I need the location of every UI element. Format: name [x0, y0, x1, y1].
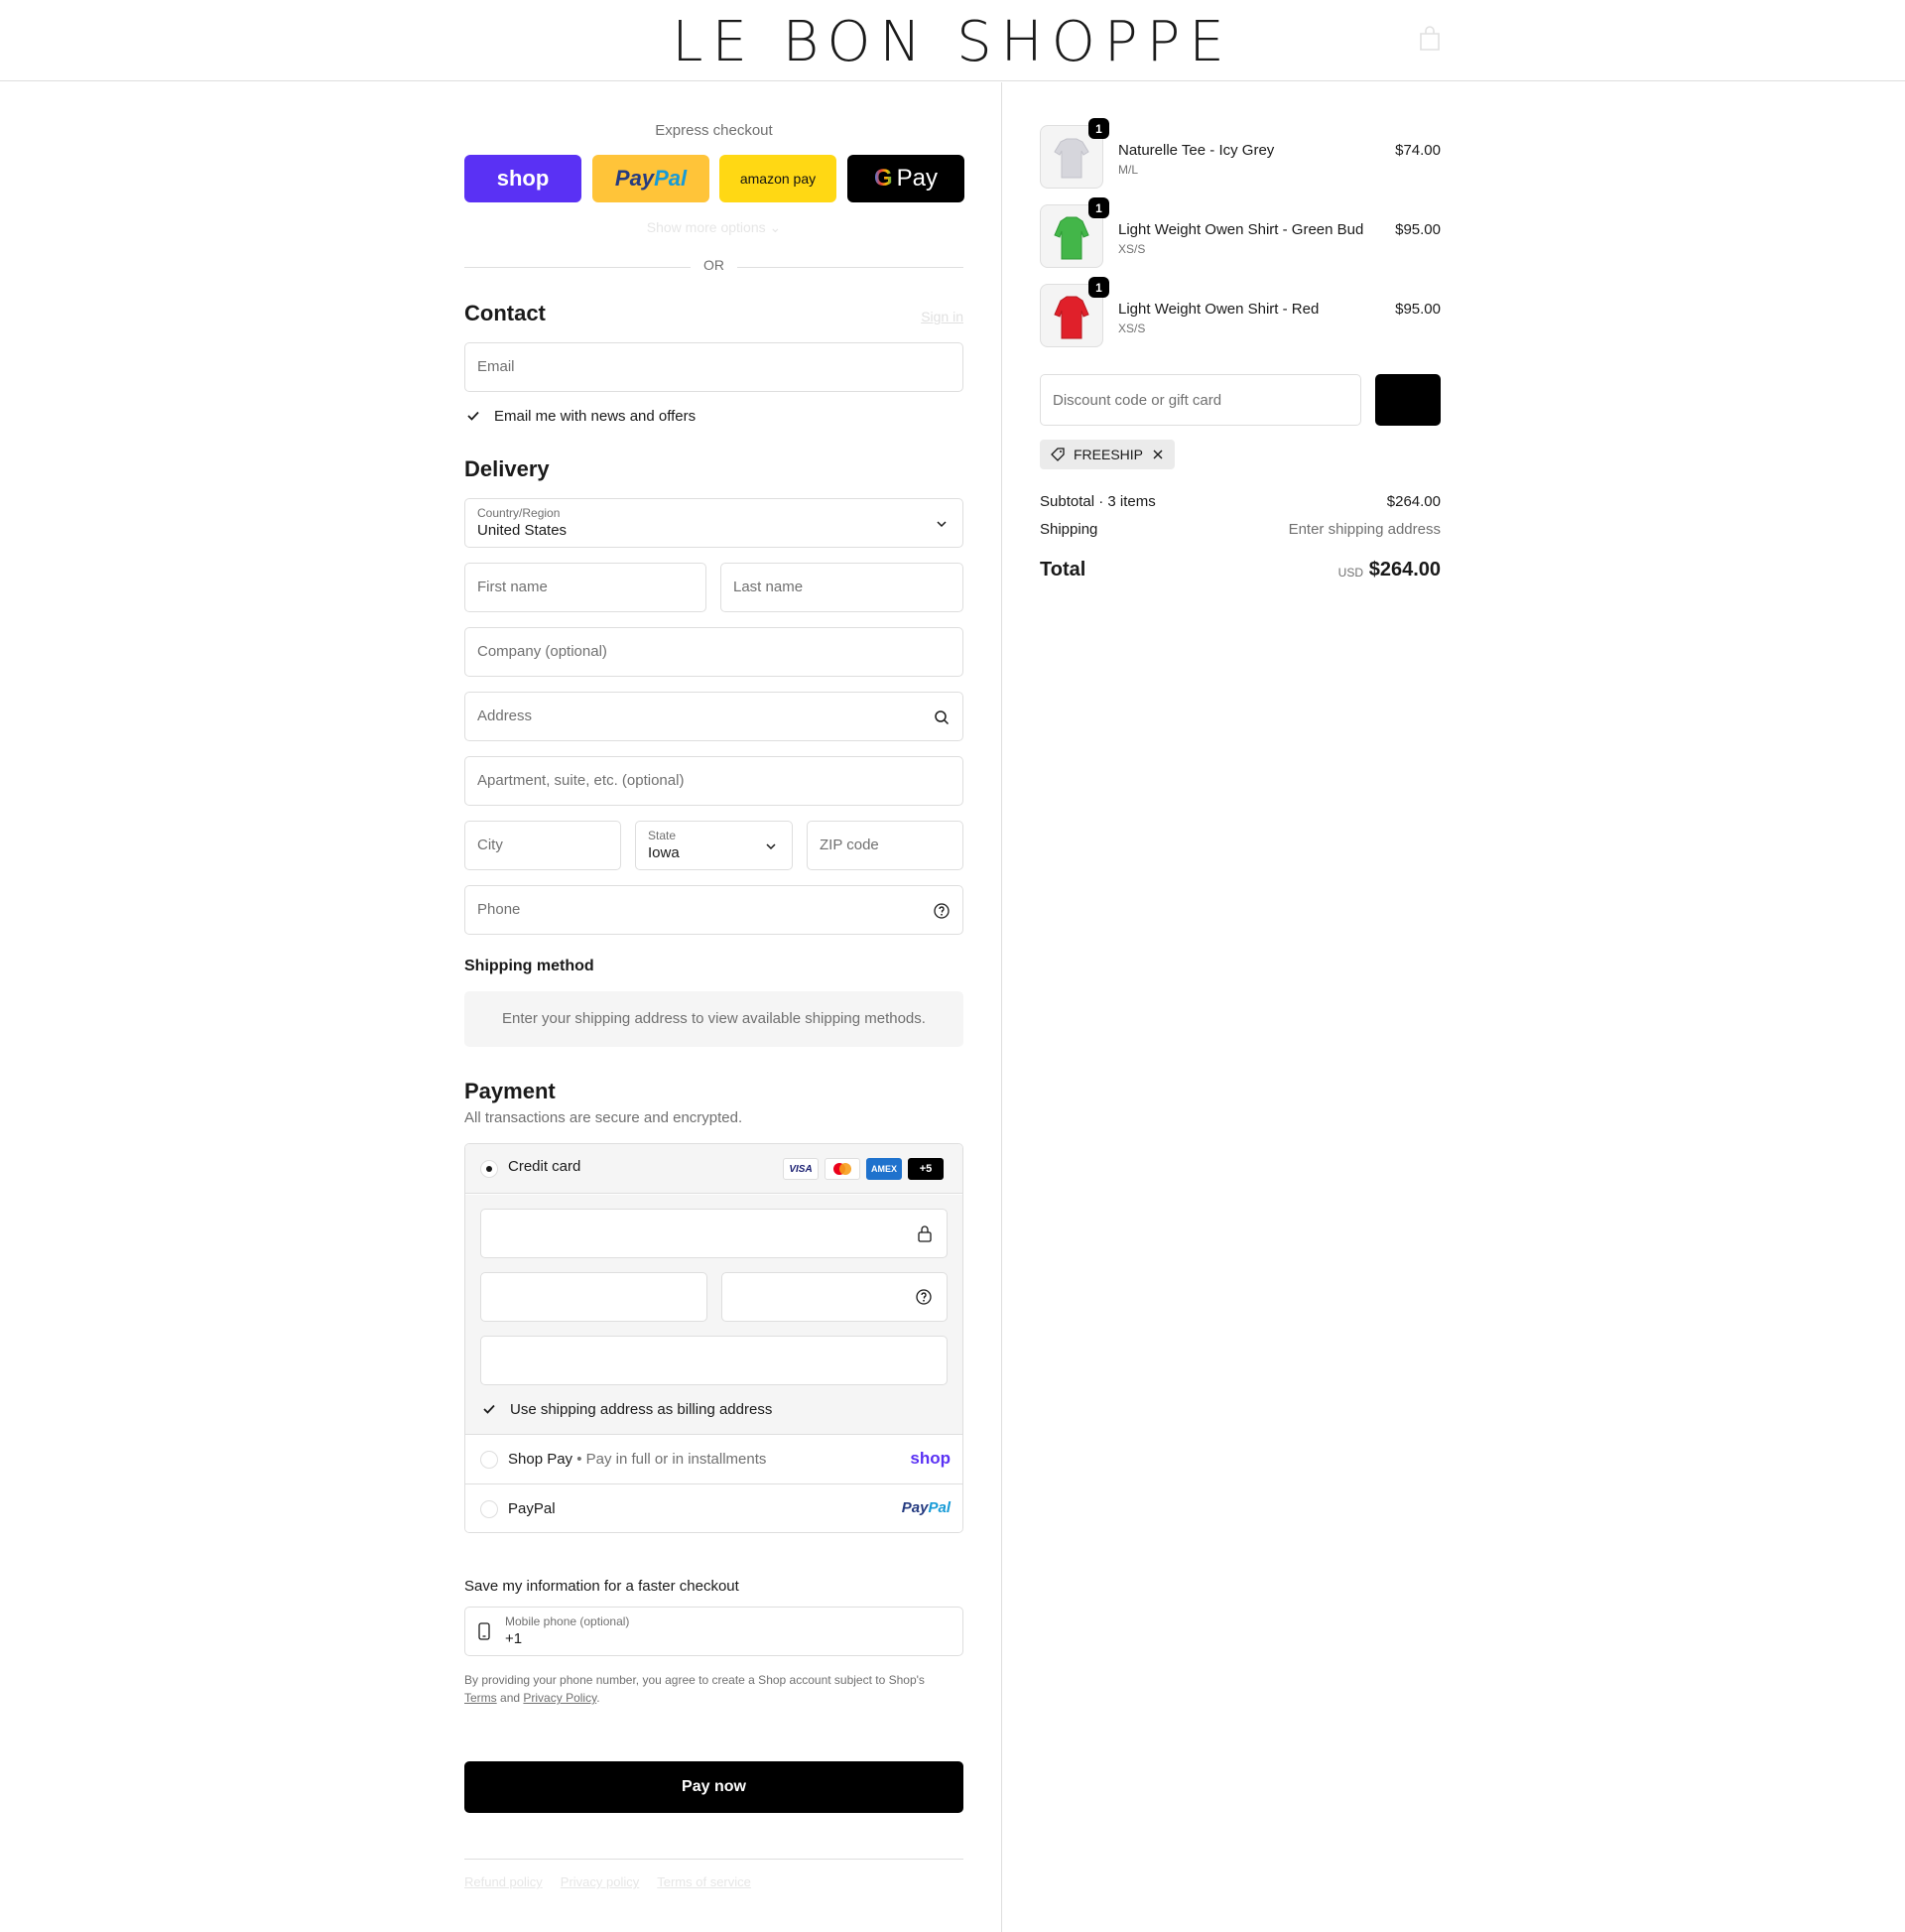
- payment-security-note: All transactions are secure and encrypte…: [464, 1109, 743, 1126]
- shipping-row: Shipping Enter shipping address: [1040, 521, 1441, 538]
- sign-in-link[interactable]: Sign in: [921, 309, 963, 324]
- paypal-express-button[interactable]: Pay Pal: [592, 155, 709, 202]
- item-variant: M/L: [1118, 163, 1139, 177]
- paypal-radio[interactable]: [480, 1500, 498, 1518]
- quantity-badge: 1: [1088, 118, 1109, 139]
- show-more-options-link[interactable]: Show more options ⌄: [464, 219, 963, 236]
- express-checkout-title: Express checkout: [655, 122, 773, 139]
- amex-icon: AMEX: [866, 1158, 902, 1180]
- order-line-item: 1 Light Weight Owen Shirt - Green Bud XS…: [1040, 197, 1441, 268]
- address-field[interactable]: Address: [464, 692, 963, 741]
- chevron-down-icon: [766, 843, 776, 850]
- store-logo[interactable]: LE BON SHOPPE: [0, 10, 1905, 74]
- company-field[interactable]: Company (optional): [464, 627, 963, 677]
- order-summary-pane: [1001, 82, 1905, 1932]
- privacy-policy-link[interactable]: Privacy Policy: [523, 1691, 596, 1705]
- refund-policy-link[interactable]: Refund policy: [464, 1874, 543, 1889]
- footer-divider: [464, 1859, 963, 1860]
- mobile-phone-icon: [478, 1622, 490, 1640]
- delivery-heading: Delivery: [464, 456, 550, 481]
- close-icon[interactable]: [1151, 448, 1165, 461]
- chevron-down-icon: ⌄: [769, 219, 782, 235]
- shop-pay-logo: shop: [910, 1449, 951, 1468]
- amazon-pay-express-button[interactable]: amazon pay: [719, 155, 836, 202]
- news-opt-in-checkbox[interactable]: Email me with news and offers: [464, 407, 696, 425]
- shop-pay-option[interactable]: Shop Pay • Pay in full or in installment…: [465, 1434, 962, 1483]
- quantity-badge: 1: [1088, 277, 1109, 298]
- item-variant: XS/S: [1118, 322, 1146, 335]
- shop-legal-notice: By providing your phone number, you agre…: [464, 1673, 925, 1705]
- payment-heading: Payment: [464, 1079, 556, 1103]
- save-info-heading: Save my information for a faster checkou…: [464, 1578, 739, 1595]
- shopping-bag-icon[interactable]: [1419, 26, 1441, 52]
- or-divider: OR: [464, 257, 963, 277]
- card-number-field[interactable]: [480, 1209, 948, 1258]
- lock-icon: [918, 1225, 932, 1242]
- name-on-card-field[interactable]: [480, 1336, 948, 1385]
- help-circle-icon[interactable]: [915, 1288, 933, 1306]
- payment-methods: Credit card VISA AMEX +5 Use shipping ad…: [464, 1143, 963, 1533]
- state-select[interactable]: State Iowa: [635, 821, 793, 870]
- email-field[interactable]: Email: [464, 342, 963, 392]
- paypal-option[interactable]: PayPal PayPal: [465, 1483, 962, 1532]
- expiration-date-field[interactable]: [480, 1272, 707, 1322]
- checkmark-icon: [464, 407, 482, 425]
- zip-code-field[interactable]: ZIP code: [807, 821, 963, 870]
- express-checkout-buttons: shop Pay Pal amazon pay G Pay: [464, 155, 964, 202]
- chevron-down-icon: [937, 521, 947, 528]
- city-field[interactable]: City: [464, 821, 621, 870]
- checkmark-icon: [480, 1400, 498, 1418]
- item-price: $95.00: [1395, 221, 1441, 238]
- phone-field[interactable]: Phone: [464, 885, 963, 935]
- country-select[interactable]: Country/Region United States: [464, 498, 963, 548]
- item-name: Naturelle Tee - Icy Grey: [1118, 142, 1275, 159]
- footer-links: Refund policy Privacy policy Terms of se…: [464, 1874, 751, 1889]
- security-code-field[interactable]: [721, 1272, 948, 1322]
- terms-link[interactable]: Terms: [464, 1691, 497, 1705]
- item-name: Light Weight Owen Shirt - Red: [1118, 301, 1320, 318]
- header: LE BON SHOPPE: [0, 0, 1905, 81]
- apply-discount-button[interactable]: [1375, 374, 1441, 426]
- last-name-field[interactable]: Last name: [720, 563, 963, 612]
- visa-icon: VISA: [783, 1158, 819, 1180]
- item-price: $74.00: [1395, 142, 1441, 159]
- discount-code-field[interactable]: Discount code or gift card: [1040, 374, 1361, 426]
- shipping-method-notice: Enter your shipping address to view avai…: [464, 991, 963, 1047]
- discount-tag: FREESHIP: [1040, 440, 1176, 469]
- contact-heading: Contact: [464, 301, 546, 325]
- apartment-field[interactable]: Apartment, suite, etc. (optional): [464, 756, 963, 806]
- order-line-item: 1 Naturelle Tee - Icy Grey M/L $74.00: [1040, 118, 1441, 189]
- item-variant: XS/S: [1118, 242, 1146, 256]
- google-pay-express-button[interactable]: G Pay: [847, 155, 964, 202]
- credit-card-option[interactable]: Credit card VISA AMEX +5: [465, 1144, 962, 1194]
- paypal-logo: PayPal: [901, 1499, 951, 1516]
- order-line-item: 1 Light Weight Owen Shirt - Red XS/S $95…: [1040, 277, 1441, 347]
- shop-pay-express-button[interactable]: shop: [464, 155, 581, 202]
- item-price: $95.00: [1395, 301, 1441, 318]
- shop-pay-radio[interactable]: [480, 1451, 498, 1469]
- quantity-badge: 1: [1088, 197, 1109, 218]
- first-name-field[interactable]: First name: [464, 563, 706, 612]
- mobile-phone-field[interactable]: Mobile phone (optional) +1: [464, 1607, 963, 1656]
- billing-same-checkbox[interactable]: Use shipping address as billing address: [480, 1400, 772, 1418]
- tag-icon: [1051, 448, 1065, 461]
- mastercard-icon: [825, 1158, 860, 1180]
- shipping-method-heading: Shipping method: [464, 958, 594, 974]
- search-icon: [935, 710, 950, 725]
- credit-card-form: Use shipping address as billing address: [465, 1195, 962, 1435]
- credit-card-radio[interactable]: [480, 1160, 498, 1178]
- more-cards-badge: +5: [908, 1158, 944, 1180]
- subtotal-row: Subtotal · 3 items $264.00: [1040, 493, 1441, 510]
- item-name: Light Weight Owen Shirt - Green Bud: [1118, 221, 1364, 238]
- pay-now-button[interactable]: Pay now: [464, 1761, 963, 1813]
- help-circle-icon[interactable]: [933, 902, 951, 920]
- privacy-policy-footer-link[interactable]: Privacy policy: [561, 1874, 639, 1889]
- terms-of-service-link[interactable]: Terms of service: [657, 1874, 751, 1889]
